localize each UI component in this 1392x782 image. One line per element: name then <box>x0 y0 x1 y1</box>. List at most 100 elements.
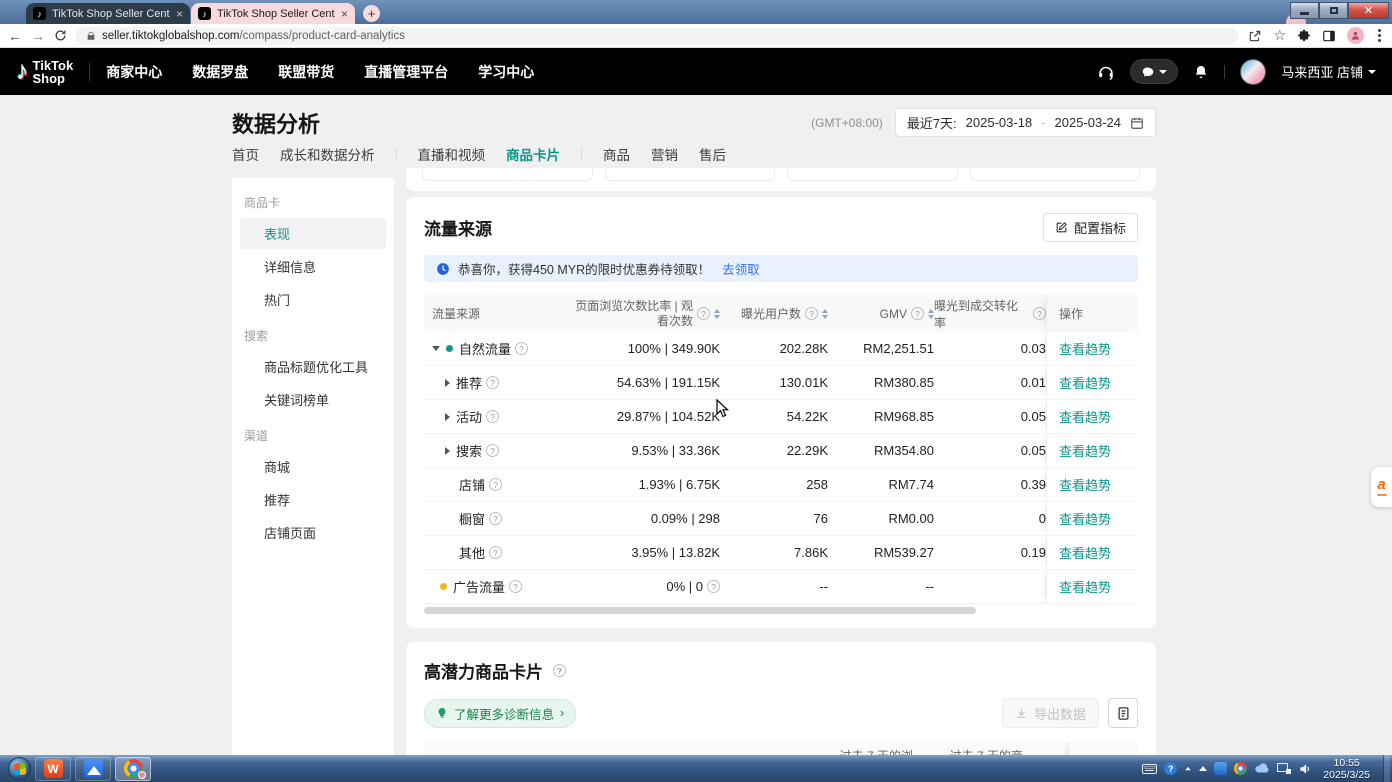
browser-tab-active[interactable]: ♪ TikTok Shop Seller Center | Cr × <box>191 3 355 24</box>
nav-item-3[interactable]: 直播管理平台 <box>364 62 448 82</box>
network-tray-icon[interactable] <box>1277 763 1291 774</box>
address-bar[interactable]: seller.tiktokglobalshop.com/compass/prod… <box>76 27 1239 45</box>
window-close-button[interactable]: ✕ <box>1348 2 1389 19</box>
traffic-table-header: 流量来源 页面浏览次数比率 | 观看次数 ? 曝光用户数? GMV? <box>424 295 1138 332</box>
bookmark-star-icon[interactable]: ☆ <box>1273 27 1286 44</box>
window-restore-button[interactable] <box>1319 2 1348 19</box>
tab-close-icon[interactable]: × <box>176 7 183 21</box>
expand-right-icon[interactable] <box>445 413 450 421</box>
account-menu[interactable]: 马来西亚 店铺 <box>1281 62 1376 81</box>
taskbar-clock[interactable]: 10:55 2025/3/25 <box>1323 757 1370 781</box>
expand-right-icon[interactable] <box>445 379 450 387</box>
info-icon: ? <box>911 307 924 320</box>
browser-menu-icon[interactable] <box>1375 29 1384 42</box>
view-trend-link[interactable]: 查看趋势 <box>1059 509 1111 528</box>
traffic-source-cell: 活动? <box>424 407 570 426</box>
sidebar-item-2-0[interactable]: 商城 <box>240 451 386 482</box>
action-cell: 查看趋势 <box>1046 434 1138 467</box>
sidebar-item-0-0[interactable]: 表现 <box>240 218 386 249</box>
ime-tray-icon[interactable] <box>1185 767 1191 771</box>
extensions-icon[interactable] <box>1297 29 1311 43</box>
traffic-row: 广告流量?0% | 0?----查看趋势 <box>424 570 1138 604</box>
column-header[interactable]: GMV? <box>828 307 934 321</box>
metric-box[interactable] <box>605 168 776 181</box>
nav-item-1[interactable]: 数据罗盘 <box>192 62 248 82</box>
taskbar-app[interactable] <box>75 757 111 781</box>
shop-avatar[interactable] <box>1240 59 1266 85</box>
view-trend-link[interactable]: 查看趋势 <box>1059 407 1111 426</box>
date-range-picker[interactable]: 最近7天: 2025-03-18 - 2025-03-24 <box>895 108 1156 137</box>
traffic-source-card: 流量来源 配置指标 恭喜你，获得450 MYR的限时优惠券待领取！ 去领取 流量… <box>406 197 1156 628</box>
keyboard-tray-icon[interactable] <box>1142 764 1157 774</box>
column-header[interactable]: 曝光用户数? <box>720 305 828 322</box>
help-tray-icon[interactable]: ? <box>1164 762 1177 775</box>
sidebar-item-1-1[interactable]: 关键词榜单 <box>240 384 386 415</box>
tab-6[interactable]: 售后 <box>699 144 726 170</box>
view-trend-link[interactable]: 查看趋势 <box>1059 543 1111 562</box>
chat-widget[interactable]: a <box>1371 467 1392 507</box>
tray-app-icon[interactable] <box>1214 762 1227 775</box>
sidebar-item-2-1[interactable]: 推荐 <box>240 484 386 515</box>
claim-coupon-link[interactable]: 去领取 <box>722 259 760 278</box>
profile-avatar[interactable] <box>1347 27 1364 44</box>
sidebar-item-0-1[interactable]: 详细信息 <box>240 251 386 282</box>
traffic-source-label: 活动 <box>456 407 482 426</box>
sidebar-item-1-0[interactable]: 商品标题优化工具 <box>240 351 386 382</box>
coupon-banner: 恭喜你，获得450 MYR的限时优惠券待领取！ 去领取 <box>424 255 1138 282</box>
metric-box[interactable] <box>787 168 958 181</box>
show-desktop-button[interactable] <box>1383 755 1390 782</box>
column-header[interactable]: 页面浏览次数比率 | 观看次数 ? <box>570 299 720 329</box>
view-trend-link[interactable]: 查看趋势 <box>1059 577 1111 596</box>
metric-box[interactable] <box>422 168 593 181</box>
configure-metrics-button[interactable]: 配置指标 <box>1043 213 1138 242</box>
view-trend-link[interactable]: 查看趋势 <box>1059 339 1111 358</box>
cloud-tray-icon[interactable] <box>1254 763 1270 774</box>
tab-3[interactable]: 商品卡片 <box>506 144 560 170</box>
headset-icon[interactable] <box>1097 63 1115 81</box>
horizontal-scrollbar[interactable] <box>424 607 976 614</box>
taskbar-wps[interactable]: W <box>35 757 71 781</box>
tab-4[interactable]: 商品 <box>603 144 630 170</box>
view-trend-link[interactable]: 查看趋势 <box>1059 373 1111 392</box>
message-menu[interactable] <box>1130 59 1178 84</box>
show-hidden-icons[interactable] <box>1199 766 1207 771</box>
tab-5[interactable]: 营销 <box>651 144 678 170</box>
sidebar-item-2-2[interactable]: 店铺页面 <box>240 517 386 548</box>
tab-2[interactable]: 直播和视频 <box>418 144 486 170</box>
tab-close-icon[interactable]: × <box>341 7 348 21</box>
nav-item-0[interactable]: 商家中心 <box>106 62 162 82</box>
window-minimize-button[interactable] <box>1290 2 1319 19</box>
tray-chrome-icon[interactable] <box>1234 762 1247 775</box>
traffic-source-cell: 广告流量? <box>424 577 570 596</box>
view-trend-link[interactable]: 查看趋势 <box>1059 475 1111 494</box>
column-header[interactable]: 曝光到成交转化率? <box>934 297 1046 331</box>
volume-tray-icon[interactable] <box>1298 762 1312 776</box>
export-data-button[interactable]: 导出数据 <box>1002 698 1099 728</box>
tab-1[interactable]: 成长和数据分析 <box>280 144 375 170</box>
new-tab-button[interactable]: + <box>363 5 380 22</box>
diagnosis-link[interactable]: 了解更多诊断信息 › <box>424 699 576 728</box>
wps-icon: W <box>44 759 63 778</box>
column-header: 操作 <box>1046 295 1138 332</box>
browser-tab-inactive[interactable]: ♪ TikTok Shop Seller Center | Cr × <box>26 3 190 24</box>
metric-box[interactable] <box>970 168 1141 181</box>
view-trend-link[interactable]: 查看趋势 <box>1059 441 1111 460</box>
page-title: 数据分析 <box>232 107 320 139</box>
info-icon: ? <box>489 546 502 559</box>
back-button[interactable]: ← <box>8 29 22 43</box>
taskbar-chrome[interactable] <box>115 757 151 781</box>
side-panel-icon[interactable] <box>1322 29 1336 43</box>
tiktok-shop-logo[interactable]: ♪ TikTokShop <box>16 57 73 86</box>
report-list-button[interactable] <box>1108 698 1138 728</box>
reload-icon[interactable] <box>54 29 67 42</box>
expand-down-icon[interactable] <box>432 346 440 351</box>
tab-0[interactable]: 首页 <box>232 144 259 170</box>
nav-item-2[interactable]: 联盟带货 <box>278 62 334 82</box>
forward-button[interactable]: → <box>31 29 45 43</box>
expand-right-icon[interactable] <box>445 447 450 455</box>
share-icon[interactable] <box>1248 29 1262 43</box>
bell-icon[interactable] <box>1193 64 1209 80</box>
sidebar-item-0-2[interactable]: 热门 <box>240 284 386 315</box>
start-button[interactable] <box>8 757 31 780</box>
nav-item-4[interactable]: 学习中心 <box>478 62 534 82</box>
